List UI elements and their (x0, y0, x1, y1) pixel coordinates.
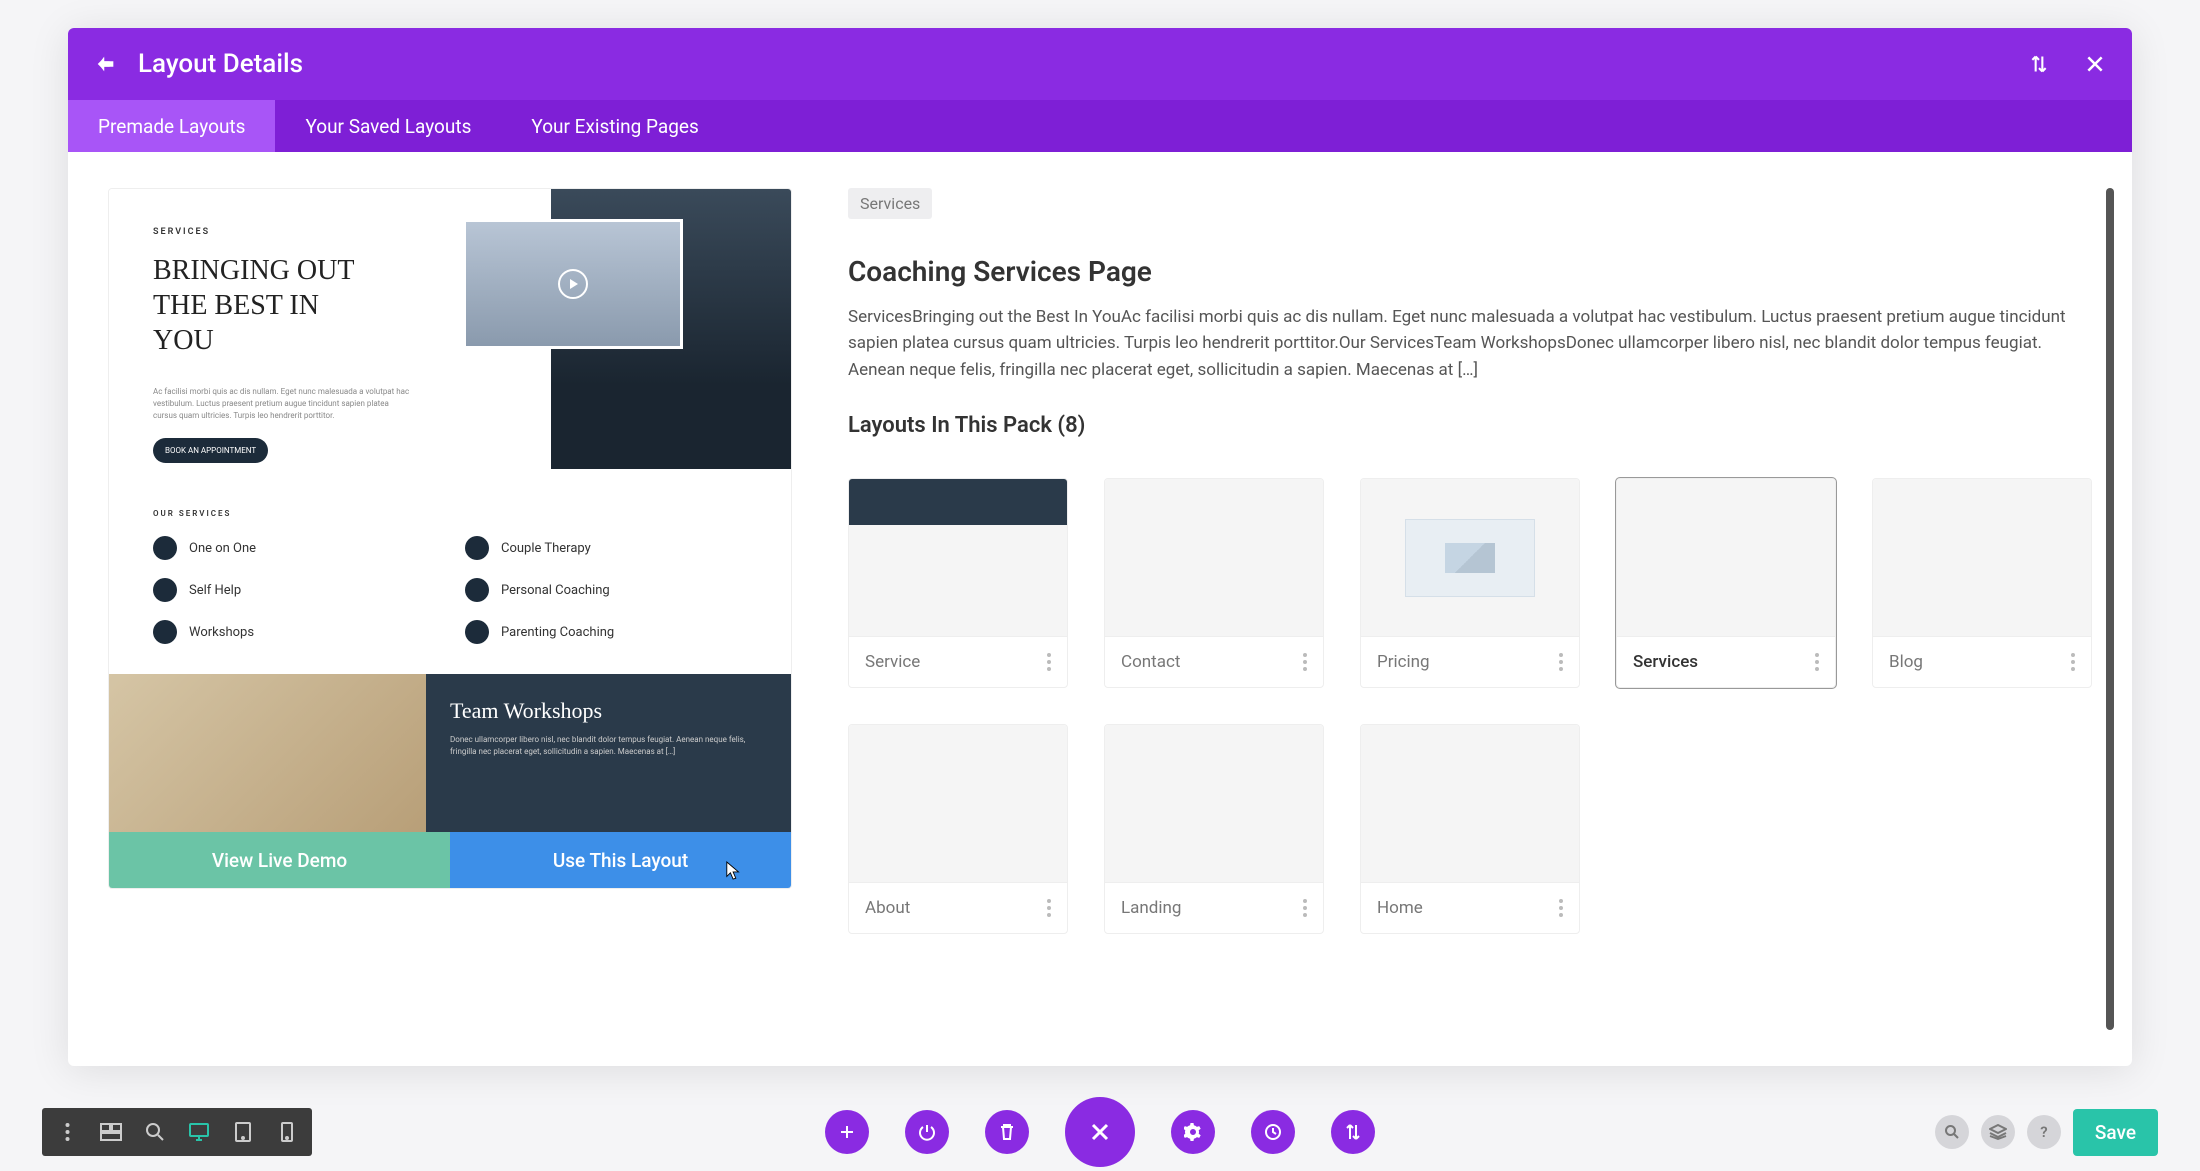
pack-card-menu-icon[interactable] (1559, 653, 1563, 671)
workshops-text: Donec ullamcorper libero nisl, nec bland… (450, 734, 767, 758)
desktop-icon[interactable] (180, 1113, 218, 1151)
service-item: Self Help (153, 578, 435, 602)
pack-card-menu-icon[interactable] (1303, 653, 1307, 671)
pack-card-label: Services (1633, 652, 1698, 672)
center-actions (825, 1097, 1375, 1167)
pack-card-menu-icon[interactable] (1559, 899, 1563, 917)
wireframe-icon[interactable] (92, 1113, 130, 1151)
transfer-button[interactable] (1331, 1110, 1375, 1154)
cursor-icon (725, 860, 743, 882)
help-icon[interactable]: ? (2027, 1115, 2061, 1149)
zoom-icon[interactable] (136, 1113, 174, 1151)
preview-workshops: Team Workshops Donec ullamcorper libero … (109, 674, 791, 832)
modal-title: Layout Details (138, 49, 303, 79)
pack-card-pricing[interactable]: Pricing (1360, 478, 1580, 688)
pack-card-menu-icon[interactable] (1815, 653, 1819, 671)
hero-cta: BOOK AN APPOINTMENT (153, 438, 268, 463)
close-icon[interactable] (2082, 51, 2108, 77)
tablet-icon[interactable] (224, 1113, 262, 1151)
history-button[interactable] (1251, 1110, 1295, 1154)
pack-card-service[interactable]: Service (848, 478, 1068, 688)
right-actions: ? Save (1935, 1109, 2158, 1156)
service-item: Couple Therapy (465, 536, 747, 560)
phone-icon[interactable] (268, 1113, 306, 1151)
preview-column: SERVICES BRINGING OUT THE BEST IN YOU Ac… (108, 188, 792, 1030)
view-demo-button[interactable]: View Live Demo (109, 832, 450, 888)
pack-card-label: Contact (1121, 652, 1180, 672)
page-description: ServicesBringing out the Best In YouAc f… (848, 304, 2092, 383)
play-icon (558, 269, 588, 299)
hero-images (471, 189, 791, 469)
preview-services: OUR SERVICES One on One Couple Therapy S… (109, 489, 791, 674)
pack-card-blog[interactable]: Blog (1872, 478, 2092, 688)
pack-card-label: Service (865, 652, 920, 672)
pack-card-landing[interactable]: Landing (1104, 724, 1324, 934)
tab-existing-pages[interactable]: Your Existing Pages (501, 100, 728, 152)
pack-card-services[interactable]: Services (1616, 478, 1836, 688)
category-badge: Services (848, 188, 932, 219)
pack-card-label: Landing (1121, 898, 1181, 918)
pack-title: Layouts In This Pack (8) (848, 413, 2092, 438)
layout-modal: Layout Details Premade Layouts Your Save… (68, 28, 2132, 1066)
pack-grid: Service Contact Pricing Services Blog About La… (848, 478, 2092, 934)
pack-card-menu-icon[interactable] (1047, 653, 1051, 671)
menu-icon[interactable] (48, 1113, 86, 1151)
pack-card-home[interactable]: Home (1360, 724, 1580, 934)
services-tag: OUR SERVICES (153, 509, 747, 518)
service-item: One on One (153, 536, 435, 560)
bottom-bar: ? Save (0, 1093, 2200, 1171)
modal-header: Layout Details (68, 28, 2132, 100)
page-title: Coaching Services Page (848, 255, 2092, 288)
close-overlay-button[interactable] (1065, 1097, 1135, 1167)
sort-icon[interactable] (2026, 51, 2052, 77)
preview-actions: View Live Demo Use This Layout (109, 832, 791, 888)
pack-card-menu-icon[interactable] (1047, 899, 1051, 917)
pack-card-contact[interactable]: Contact (1104, 478, 1324, 688)
service-item: Workshops (153, 620, 435, 644)
pack-card-label: About (865, 898, 910, 918)
pack-card-menu-icon[interactable] (1303, 899, 1307, 917)
power-button[interactable] (905, 1110, 949, 1154)
pack-card-label: Home (1377, 898, 1423, 918)
add-button[interactable] (825, 1110, 869, 1154)
hero-lorem: Ac facilisi morbi quis ac dis nullam. Eg… (153, 386, 413, 422)
pack-card-about[interactable]: About (848, 724, 1068, 934)
trash-button[interactable] (985, 1110, 1029, 1154)
tabs: Premade Layouts Your Saved Layouts Your … (68, 100, 2132, 152)
scrollbar[interactable] (2106, 188, 2114, 1030)
search-small-icon[interactable] (1935, 1115, 1969, 1149)
tab-premade-layouts[interactable]: Premade Layouts (68, 100, 275, 152)
tab-saved-layouts[interactable]: Your Saved Layouts (275, 100, 501, 152)
hero-title: BRINGING OUT THE BEST IN YOU (153, 253, 363, 358)
left-toolbar (42, 1108, 312, 1156)
pack-card-label: Pricing (1377, 652, 1430, 672)
pack-card-menu-icon[interactable] (2071, 653, 2075, 671)
layers-icon[interactable] (1981, 1115, 2015, 1149)
settings-button[interactable] (1171, 1110, 1215, 1154)
use-layout-button[interactable]: Use This Layout (450, 832, 791, 888)
detail-column: Services Coaching Services Page Services… (848, 188, 2092, 1030)
service-item: Parenting Coaching (465, 620, 747, 644)
service-item: Personal Coaching (465, 578, 747, 602)
preview-hero: SERVICES BRINGING OUT THE BEST IN YOU Ac… (109, 189, 791, 489)
back-icon[interactable] (92, 50, 120, 78)
modal-body: SERVICES BRINGING OUT THE BEST IN YOU Ac… (68, 152, 2132, 1066)
save-button[interactable]: Save (2073, 1109, 2158, 1156)
workshops-title: Team Workshops (450, 698, 767, 724)
pack-card-label: Blog (1889, 652, 1923, 672)
